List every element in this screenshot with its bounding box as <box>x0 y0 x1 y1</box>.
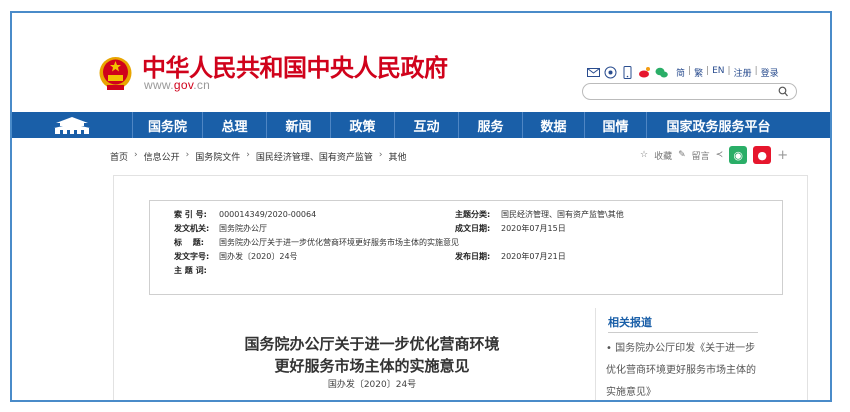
document-title-line-2: 更好服务市场主体的实施意见 <box>274 357 470 375</box>
breadcrumb: 首页 › 信息公开 › 国务院文件 › 国民经济管理、国有资产监管 › 其他 <box>110 150 407 163</box>
comment-link[interactable]: 留言 <box>692 149 710 162</box>
traditional-link[interactable]: 繁 <box>694 66 703 79</box>
pencil-icon[interactable]: ✎ <box>678 150 686 160</box>
search-input[interactable] <box>582 83 797 100</box>
favorite-link[interactable]: 收藏 <box>654 149 672 162</box>
breadcrumb-other[interactable]: 其他 <box>389 150 407 163</box>
simplified-link[interactable]: 简 <box>676 66 685 79</box>
weibo-icon[interactable] <box>638 66 651 79</box>
meta-docno-row: 发文字号: 国办发〔2020〕24号 <box>174 251 298 262</box>
register-link[interactable]: 注册 <box>734 66 752 79</box>
nav-item-services[interactable]: 服务 <box>458 112 522 138</box>
chevron-right-icon: › <box>246 150 250 160</box>
search-icon[interactable] <box>778 86 788 97</box>
meta-docno-label: 发文字号: <box>174 252 210 261</box>
meta-date-written-value: 2020年07月15日 <box>501 224 566 233</box>
meta-title-label: 标 题: <box>174 238 204 247</box>
share-icon[interactable]: ≺ <box>716 150 724 160</box>
site-url-domain: gov <box>173 78 194 92</box>
wechat-circle-icon[interactable] <box>604 66 617 79</box>
meta-issuer-label: 发文机关: <box>174 224 210 233</box>
plus-icon[interactable]: + <box>777 148 788 163</box>
related-report-link[interactable]: • 国务院办公厅印发《关于进一步优化营商环境更好服务市场主体的实施意见》 <box>606 338 764 400</box>
nav-item-interaction[interactable]: 互动 <box>394 112 458 138</box>
divider <box>608 332 758 333</box>
separator: | <box>754 66 758 76</box>
meta-keywords-row: 主 题 词: <box>174 265 219 276</box>
separator: | <box>688 66 692 76</box>
language-login-links: 简 | 繁 | EN | 注册 | 登录 <box>676 66 779 79</box>
meta-docno-value: 国办发〔2020〕24号 <box>219 252 298 261</box>
separator: | <box>727 66 731 76</box>
meta-keywords-label: 主 题 词: <box>174 266 207 275</box>
nav-item-national-info[interactable]: 国情 <box>584 112 646 138</box>
meta-issuer-value: 国务院办公厅 <box>219 224 267 233</box>
meta-title-value: 国务院办公厅关于进一步优化营商环境更好服务市场主体的实施意见 <box>219 238 459 247</box>
meta-index-row: 索 引 号: 000014349/2020-00064 <box>174 209 316 220</box>
nav-item-policy[interactable]: 政策 <box>330 112 394 138</box>
login-link[interactable]: 登录 <box>761 66 779 79</box>
meta-index-label: 索 引 号: <box>174 210 207 219</box>
nav-item-state-council[interactable]: 国务院 <box>132 112 202 138</box>
english-link[interactable]: EN <box>712 66 724 79</box>
meta-title-row: 标 题: 国务院办公厅关于进一步优化营商环境更好服务市场主体的实施意见 <box>174 237 459 248</box>
document-number: 国办发〔2020〕24号 <box>327 380 417 390</box>
chevron-right-icon: › <box>185 150 190 160</box>
meta-pub-date-value: 2020年07月21日 <box>501 252 566 261</box>
breadcrumb-info-disclosure[interactable]: 信息公开 <box>144 150 180 163</box>
meta-date-written-label: 成文日期: <box>455 224 491 233</box>
chevron-right-icon: › <box>134 150 138 160</box>
nav-item-news[interactable]: 新闻 <box>266 112 330 138</box>
mobile-icon[interactable] <box>621 65 634 79</box>
meta-pub-date-label: 发布日期: <box>455 252 491 261</box>
national-emblem-icon[interactable] <box>99 55 132 92</box>
separator: | <box>706 66 710 76</box>
weibo-share-icon[interactable]: ● <box>753 146 772 164</box>
related-reports-panel: 相关报道 • 国务院办公厅印发《关于进一步优化营商环境更好服务市场主体的实施意见… <box>595 308 765 400</box>
browser-frame: 中华人民共和国中央人民政府 www.gov.cn 简 | 繁 | EN | 注册 | 登… <box>10 11 832 402</box>
wechat-share-icon[interactable]: ◉ <box>729 146 748 164</box>
site-url-prefix: www. <box>144 78 174 92</box>
document-title-line-1: 国务院办公厅关于进一步优化营商环境 <box>244 335 500 353</box>
site-url-suffix: .cn <box>193 78 211 92</box>
site-url[interactable]: www.gov.cn <box>144 78 210 92</box>
meta-category-row: 主题分类: 国民经济管理、国有资产监管\其他 <box>455 209 624 220</box>
chevron-right-icon: › <box>378 150 383 160</box>
nav-home-tiananmen[interactable] <box>12 112 132 138</box>
meta-pub-date-row: 发布日期: 2020年07月21日 <box>455 251 566 262</box>
meta-category-value: 国民经济管理、国有资产监管\其他 <box>501 210 624 219</box>
top-icon-bar <box>587 65 668 79</box>
related-reports-title: 相关报道 <box>608 316 652 329</box>
breadcrumb-state-council-docs[interactable]: 国务院文件 <box>195 150 240 163</box>
main-nav: 国务院 总理 新闻 政策 互动 服务 数据 国情 国家政务服务平台 <box>12 112 830 138</box>
breadcrumb-home[interactable]: 首页 <box>110 150 128 163</box>
breadcrumb-economy-management[interactable]: 国民经济管理、国有资产监管 <box>256 150 373 163</box>
nav-item-data[interactable]: 数据 <box>522 112 584 138</box>
nav-item-premier[interactable]: 总理 <box>202 112 266 138</box>
meta-date-written-row: 成文日期: 2020年07月15日 <box>455 223 566 234</box>
tiananmen-icon <box>54 117 90 134</box>
share-toolbar: ☆ 收藏 ✎ 留言 ≺ ◉ ● + <box>640 146 788 164</box>
meta-index-value: 000014349/2020-00064 <box>219 210 317 219</box>
document-title: 国务院办公厅关于进一步优化营商环境 更好服务市场主体的实施意见 <box>172 333 572 377</box>
nav-item-gov-service-platform[interactable]: 国家政务服务平台 <box>646 112 790 138</box>
mail-icon[interactable] <box>587 66 600 79</box>
wechat-icon[interactable] <box>655 66 668 79</box>
document-meta-box: 索 引 号: 000014349/2020-00064 主题分类: 国民经济管理、国… <box>149 200 783 295</box>
meta-issuer-row: 发文机关: 国务院办公厅 <box>174 223 267 234</box>
meta-category-label: 主题分类: <box>455 210 491 219</box>
star-icon[interactable]: ☆ <box>640 150 648 160</box>
